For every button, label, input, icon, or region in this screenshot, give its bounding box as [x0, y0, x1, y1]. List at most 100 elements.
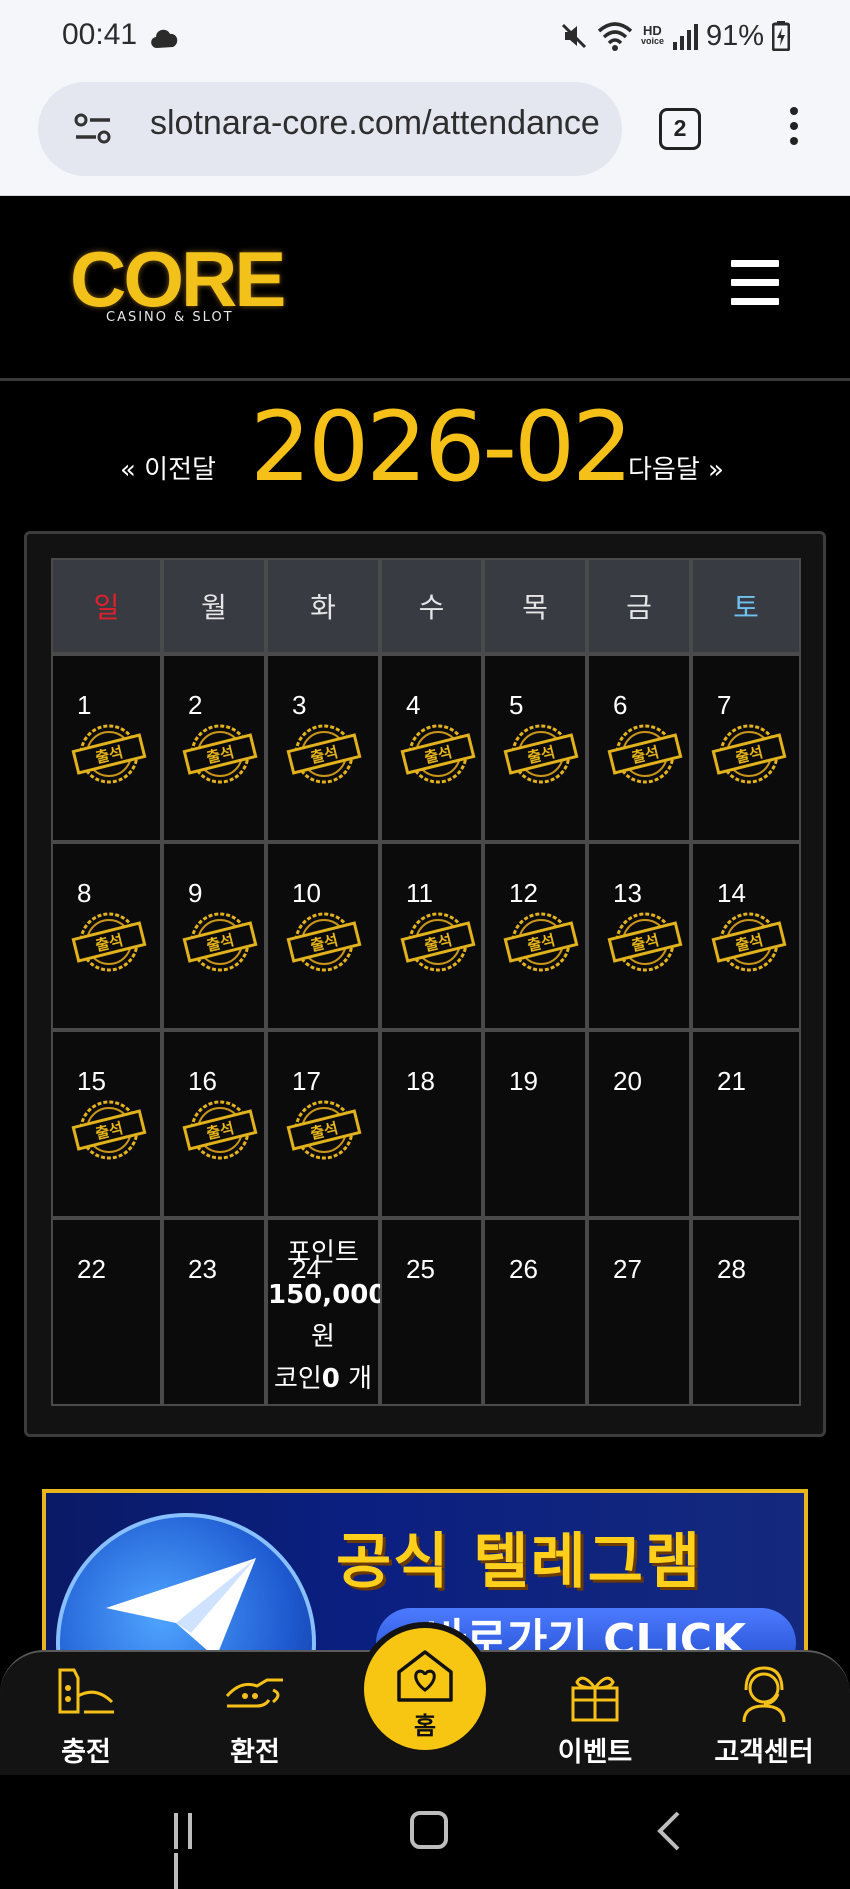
day-number: 19 — [509, 1066, 538, 1096]
url-text[interactable]: slotnara-core.com/attendance — [150, 104, 600, 143]
deposit-icon — [58, 1668, 114, 1714]
calendar-day-cell: 2 출석 — [162, 654, 266, 842]
calendar-day-cell: 13 출석 — [587, 842, 691, 1030]
calendar-day-cell: 9 출석 — [162, 842, 266, 1030]
calendar-day-cell: 21 — [691, 1030, 801, 1218]
calendar-day-cell: 7 출석 — [691, 654, 801, 842]
battery-percent: 91% — [705, 19, 764, 52]
support-icon — [742, 1666, 786, 1723]
attendance-stamp-icon: 출석 — [286, 912, 362, 972]
signal-icon — [672, 24, 698, 50]
day-number: 23 — [188, 1254, 217, 1284]
day-number: 13 — [613, 878, 642, 908]
day-number: 6 — [613, 690, 628, 720]
cloud-notification-icon — [151, 29, 178, 48]
nav-support-label: 고객센터 — [714, 1737, 814, 1768]
recent-apps-icon[interactable] — [174, 1813, 212, 1889]
nav-support[interactable]: 고객센터 — [694, 1666, 834, 1769]
point-value: 150,000 — [268, 1280, 387, 1310]
browser-toolbar: slotnara-core.com/attendance 2 — [0, 74, 850, 196]
attendance-stamp-icon: 출석 — [71, 912, 147, 972]
attendance-stamp-icon: 출석 — [400, 724, 476, 784]
attendance-stamp-icon: 출석 — [71, 1100, 147, 1160]
calendar-table: 일 월 화 수 목 금 토 1 출석 2 출석 3 출석 4 출석 5 출석 6 출석 7 출석 8 출석 9 출… — [51, 558, 801, 1406]
day-number: 9 — [188, 878, 203, 908]
core-logo[interactable]: CORE CASINO & SLOT — [70, 240, 286, 330]
nav-withdraw[interactable]: 환전 — [185, 1666, 325, 1769]
attendance-stamp-icon: 출석 — [182, 724, 258, 784]
calendar-week-row: 1 출석 2 출석 3 출석 4 출석 5 출석 6 출석 7 출석 — [51, 654, 801, 842]
day-number: 25 — [406, 1254, 435, 1284]
calendar-day-cell: 24 포인트 150,000 원 코인0 개 — [266, 1218, 387, 1406]
month-title: 2026-02 — [250, 391, 633, 503]
back-icon[interactable] — [650, 1811, 690, 1851]
attendance-stamp-icon: 출석 — [607, 724, 683, 784]
calendar-day-cell: 15 출석 — [51, 1030, 162, 1218]
attendance-stamp-icon: 출석 — [711, 912, 787, 972]
calendar-day-cell: 11 출석 — [380, 842, 483, 1030]
coin-info: 코인0 개 — [273, 1364, 373, 1394]
day-number: 14 — [717, 878, 746, 908]
mute-icon — [561, 23, 586, 49]
day-number: 7 — [717, 690, 732, 720]
day-number: 20 — [613, 1066, 642, 1096]
day-number: 3 — [292, 690, 307, 720]
day-number: 4 — [406, 690, 421, 720]
home-system-icon[interactable] — [410, 1811, 448, 1849]
weekday-fri: 금 — [587, 558, 691, 654]
next-month-link[interactable]: 다음달 » — [628, 449, 724, 486]
day-number: 2 — [188, 690, 203, 720]
day-number: 15 — [77, 1066, 106, 1096]
address-bar[interactable]: slotnara-core.com/attendance — [38, 82, 622, 176]
nav-event-label: 이벤트 — [557, 1737, 633, 1768]
tab-switcher-button[interactable]: 2 — [659, 108, 701, 150]
nav-deposit[interactable]: 충전 — [16, 1666, 156, 1769]
calendar-day-cell: 28 — [691, 1218, 801, 1406]
calendar-week-row: 15 출석 16 출석 17 출석 18 19 20 21 — [51, 1030, 801, 1218]
android-navigation-bar — [0, 1775, 850, 1889]
attendance-stamp-icon: 출석 — [607, 912, 683, 972]
battery-charging-icon — [772, 21, 790, 51]
weekday-wed: 수 — [380, 558, 483, 654]
hamburger-menu-icon[interactable] — [731, 260, 779, 305]
calendar-day-cell: 3 출석 — [266, 654, 380, 842]
banner-title: 공식 텔레그램 — [336, 1527, 703, 1597]
day-number: 27 — [613, 1254, 642, 1284]
weekday-mon: 월 — [162, 558, 266, 654]
calendar-day-cell: 26 — [483, 1218, 587, 1406]
calendar-day-cell: 18 — [380, 1030, 483, 1218]
site-header: CORE CASINO & SLOT — [0, 196, 850, 381]
attendance-stamp-icon: 출석 — [503, 724, 579, 784]
weekday-tue: 화 — [266, 558, 380, 654]
calendar-day-cell: 14 출석 — [691, 842, 801, 1030]
prev-month-link[interactable]: « 이전달 — [120, 449, 216, 486]
browser-menu-icon[interactable] — [784, 107, 804, 153]
day-number: 16 — [188, 1066, 217, 1096]
status-time: 00:41 — [62, 18, 138, 51]
calendar-week-row: 8 출석 9 출석 10 출석 11 출석 12 출석 13 출석 14 출석 — [51, 842, 801, 1030]
nav-home-button[interactable]: 홈 — [358, 1622, 492, 1756]
calendar-day-cell: 1 출석 — [51, 654, 162, 842]
day-number: 1 — [77, 690, 92, 720]
nav-event[interactable]: 이벤트 — [525, 1666, 665, 1769]
hd-badge-line2: voice — [640, 36, 664, 46]
home-heart-icon — [397, 1650, 453, 1702]
day-number: 21 — [717, 1066, 746, 1096]
site-settings-icon[interactable] — [74, 112, 112, 146]
weekday-header-row: 일 월 화 수 목 금 토 — [51, 558, 801, 654]
attendance-stamp-icon: 출석 — [400, 912, 476, 972]
day-number: 18 — [406, 1066, 435, 1096]
gift-icon — [571, 1676, 619, 1722]
telegram-plane-icon — [106, 1558, 256, 1655]
calendar-day-cell: 22 — [51, 1218, 162, 1406]
calendar-day-cell: 10 출석 — [266, 842, 380, 1030]
hd-voice-badge: HD voice — [640, 24, 664, 47]
day-number: 17 — [292, 1066, 321, 1096]
day-number: 26 — [509, 1254, 538, 1284]
nav-deposit-label: 충전 — [61, 1737, 111, 1768]
day-number: 12 — [509, 878, 538, 908]
weekday-thu: 목 — [483, 558, 587, 654]
status-bar: 00:41 HD voice 91% — [0, 0, 850, 74]
nav-home-label: 홈 — [413, 1712, 437, 1740]
calendar-day-cell: 27 — [587, 1218, 691, 1406]
